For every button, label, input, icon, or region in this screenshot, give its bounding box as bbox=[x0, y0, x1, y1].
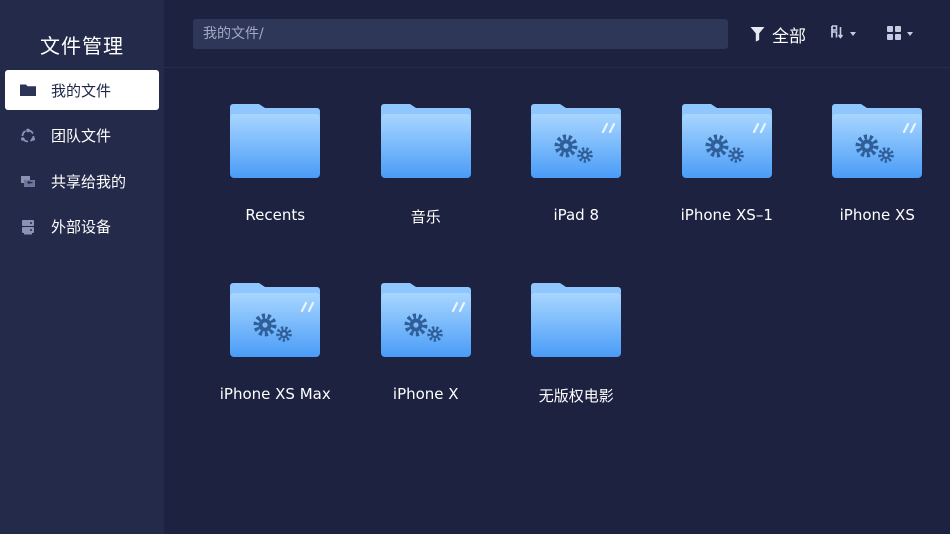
team-icon bbox=[19, 127, 37, 145]
chevron-down-icon bbox=[850, 32, 856, 36]
sort-icon bbox=[830, 24, 844, 44]
filter-label: 全部 bbox=[772, 26, 806, 47]
folder-icon bbox=[19, 81, 37, 99]
sort-button[interactable] bbox=[830, 24, 856, 44]
grid-view-icon bbox=[887, 25, 901, 44]
file-name: Recents bbox=[245, 206, 306, 224]
folder-tile-music[interactable]: 音乐 bbox=[351, 104, 502, 283]
device-folder-icon bbox=[380, 283, 471, 357]
sidebar-item-team-files[interactable]: 团队文件 bbox=[5, 116, 159, 156]
device-folder-icon bbox=[681, 104, 772, 178]
file-manager-app: 文件管理 我的文件 团队文件 共享给我的 外部设备 我的文件/ 全部 Recen… bbox=[0, 0, 950, 534]
sidebar: 文件管理 我的文件 团队文件 共享给我的 外部设备 bbox=[0, 0, 164, 534]
device-folder-tile[interactable]: iPhone XS Max bbox=[200, 283, 351, 462]
topbar: 我的文件/ 全部 bbox=[164, 0, 950, 68]
file-name: iPad 8 bbox=[553, 206, 600, 224]
sidebar-item-label: 外部设备 bbox=[51, 218, 112, 236]
sidebar-item-my-files[interactable]: 我的文件 bbox=[5, 70, 159, 110]
view-mode-button[interactable] bbox=[887, 24, 913, 44]
file-name: iPhone XS bbox=[839, 206, 915, 224]
filter-button[interactable]: 全部 bbox=[750, 21, 806, 47]
folder-tile-recents[interactable]: Recents bbox=[200, 104, 351, 283]
file-name: iPhone XS–1 bbox=[680, 206, 773, 224]
sidebar-item-label: 我的文件 bbox=[51, 81, 112, 100]
sidebar-item-label: 团队文件 bbox=[51, 127, 112, 145]
device-folder-icon bbox=[531, 104, 622, 178]
chevron-down-icon bbox=[907, 32, 913, 36]
file-name: iPhone X bbox=[392, 385, 459, 403]
device-icon bbox=[19, 218, 37, 236]
file-grid: Recents 音乐 iPad 8 iPhone XS–1 iPhone XS … bbox=[200, 104, 950, 462]
folder-icon bbox=[230, 104, 321, 178]
path-input[interactable]: 我的文件/ bbox=[193, 19, 728, 49]
folder-tile-movies[interactable]: 无版权电影 bbox=[501, 283, 652, 462]
sidebar-item-shared-with-me[interactable]: 共享给我的 bbox=[5, 161, 159, 201]
device-folder-icon bbox=[230, 283, 321, 357]
filter-icon bbox=[750, 26, 765, 42]
sidebar-item-external-devices[interactable]: 外部设备 bbox=[5, 207, 159, 247]
folder-icon bbox=[380, 104, 471, 178]
device-folder-tile[interactable]: iPhone X bbox=[351, 283, 502, 462]
sidebar-item-label: 共享给我的 bbox=[51, 172, 127, 191]
device-folder-tile[interactable]: iPhone XS bbox=[802, 104, 950, 283]
main-content: 我的文件/ 全部 Recents 音乐 iPad 8 iPhone XS–1 i… bbox=[164, 0, 950, 534]
device-folder-icon bbox=[832, 104, 923, 178]
device-folder-tile[interactable]: iPhone XS–1 bbox=[652, 104, 803, 283]
file-name: 无版权电影 bbox=[538, 387, 614, 405]
file-name: 音乐 bbox=[410, 208, 441, 226]
sidebar-nav: 我的文件 团队文件 共享给我的 外部设备 bbox=[5, 70, 159, 252]
device-folder-tile[interactable]: iPad 8 bbox=[501, 104, 652, 283]
folder-icon bbox=[531, 283, 622, 357]
app-title: 文件管理 bbox=[40, 34, 124, 58]
shared-icon bbox=[19, 172, 37, 190]
file-name: iPhone XS Max bbox=[219, 385, 331, 403]
